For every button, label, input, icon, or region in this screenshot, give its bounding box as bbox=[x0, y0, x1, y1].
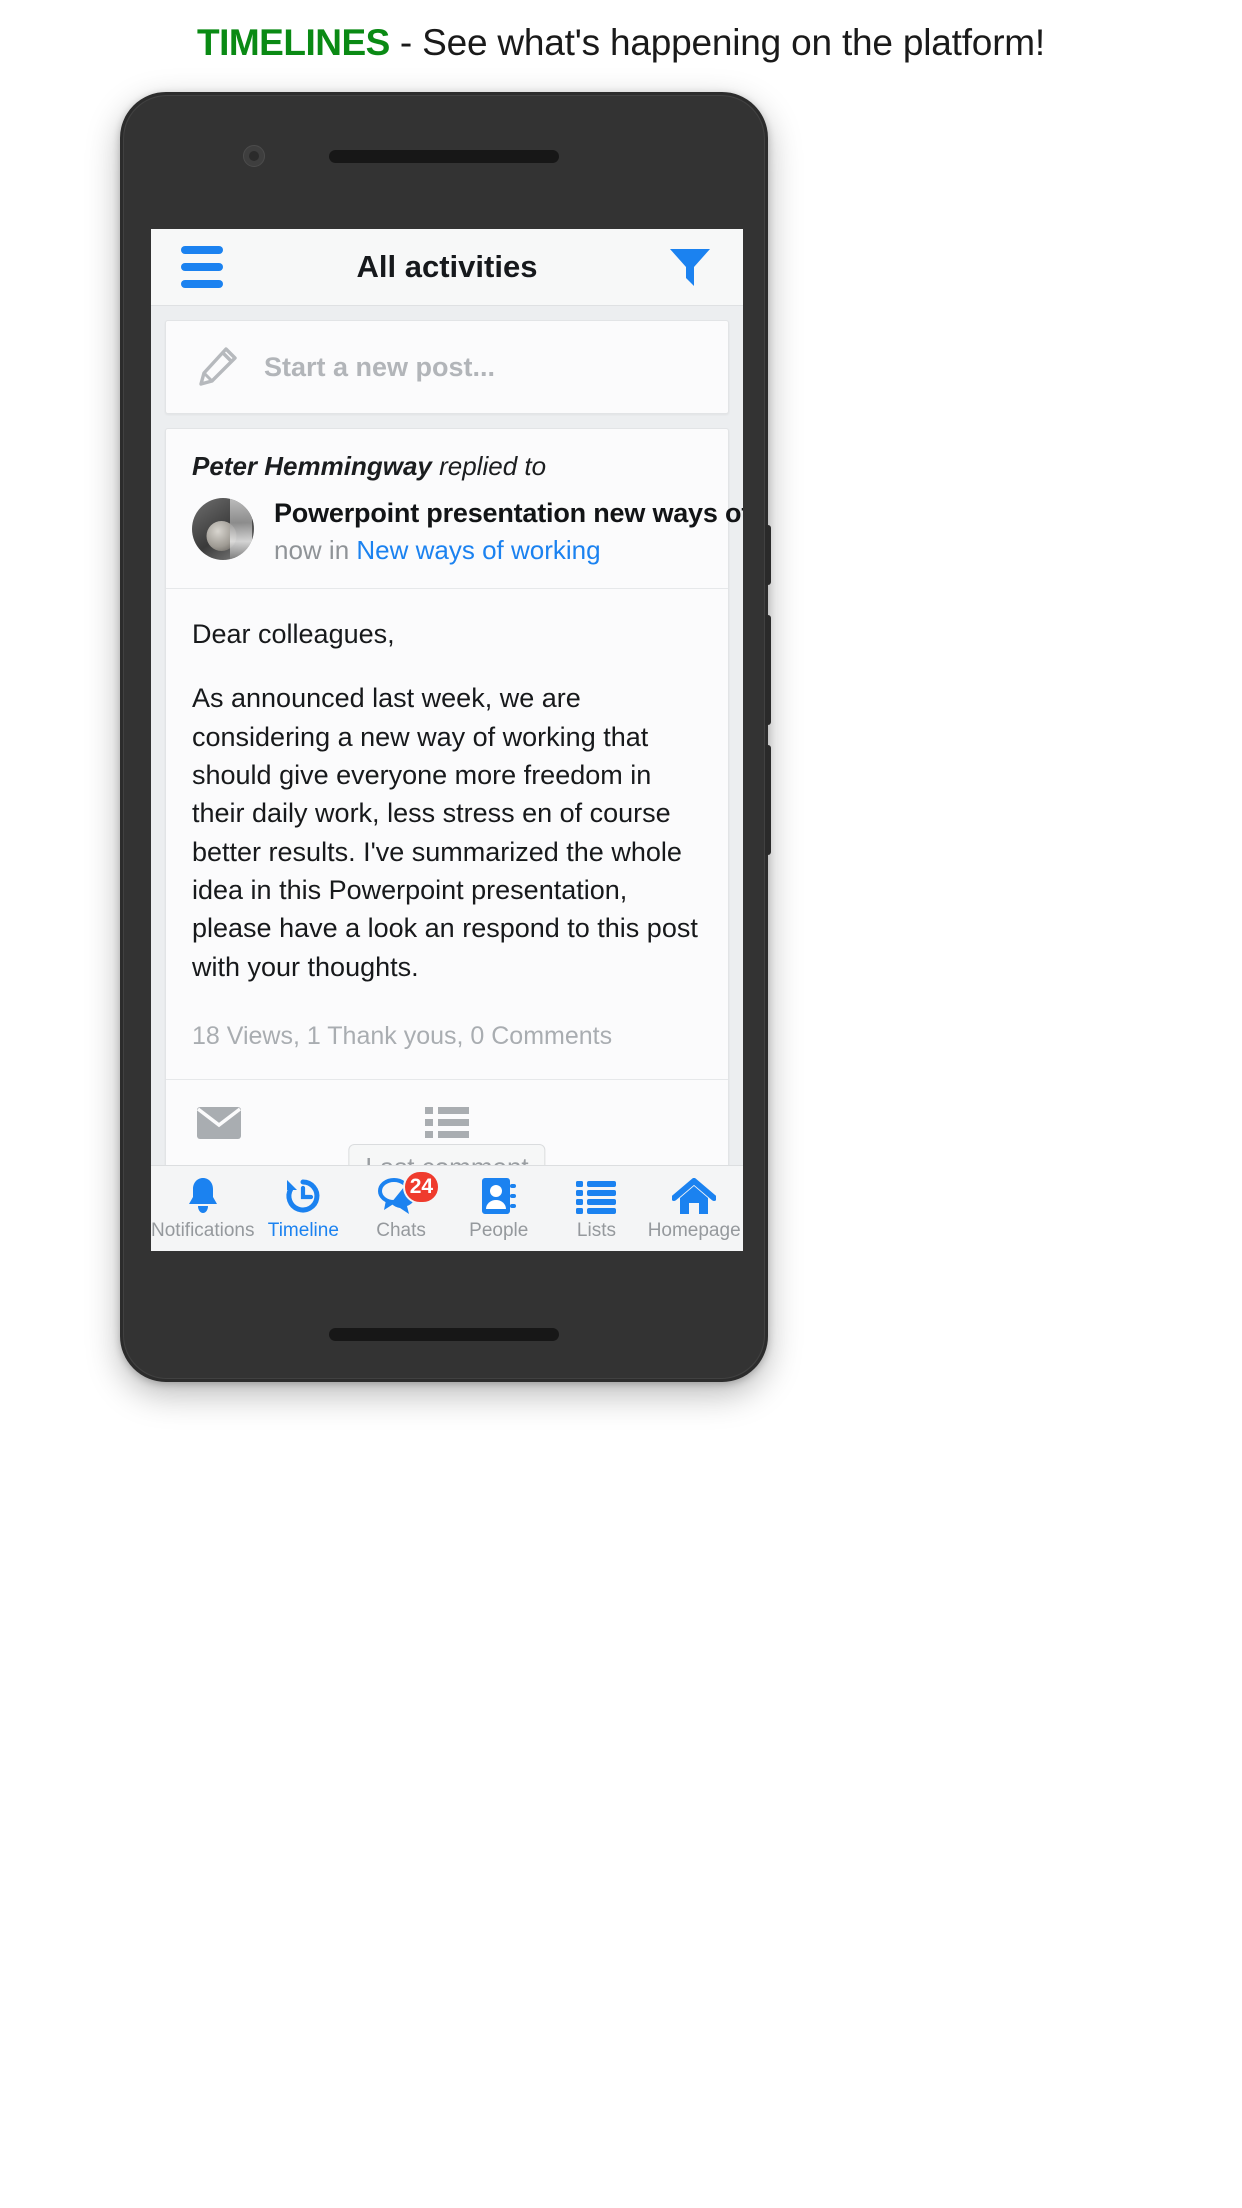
page-title-keyword: TIMELINES bbox=[196, 22, 390, 63]
new-post-card[interactable]: Start a new post... bbox=[165, 320, 729, 414]
activity-feed[interactable]: Start a new post... Peter Hemmingway rep… bbox=[151, 306, 743, 1251]
nav-label-notifications: Notifications bbox=[151, 1219, 255, 1241]
phone-side-button-1 bbox=[765, 525, 771, 585]
post-action-text: replied to bbox=[431, 451, 547, 481]
list-icon bbox=[576, 1176, 617, 1216]
home-icon bbox=[672, 1176, 717, 1216]
nav-item-chats[interactable]: 24 Chats bbox=[352, 1166, 450, 1251]
hamburger-menu-icon[interactable] bbox=[181, 246, 223, 288]
pencil-icon bbox=[196, 346, 238, 388]
nav-item-timeline[interactable]: Timeline bbox=[255, 1166, 353, 1251]
nav-label-homepage: Homepage bbox=[647, 1219, 741, 1241]
page-title-rest: - See what's happening on the platform! bbox=[389, 22, 1046, 63]
earpiece-speaker bbox=[329, 150, 559, 163]
front-camera-icon bbox=[243, 145, 265, 167]
post-paragraph-2: As announced last week, we are consideri… bbox=[192, 683, 698, 982]
app-header: All activities bbox=[151, 229, 743, 306]
filter-funnel-icon[interactable] bbox=[667, 245, 713, 289]
page-title: TIMELINES - See what's happening on the … bbox=[0, 22, 1242, 64]
phone-side-button-2 bbox=[765, 615, 771, 725]
avatar bbox=[192, 498, 254, 560]
post-paragraph-1: Dear colleagues, bbox=[192, 619, 395, 650]
envelope-icon[interactable] bbox=[196, 1106, 242, 1145]
list-bullet-icon[interactable] bbox=[425, 1106, 469, 1145]
post-header[interactable]: Powerpoint presentation new ways of work… bbox=[166, 482, 743, 590]
nav-label-chats: Chats bbox=[376, 1219, 426, 1241]
bell-icon bbox=[184, 1176, 222, 1216]
new-post-placeholder: Start a new post... bbox=[264, 351, 496, 382]
post-activity-line: Peter Hemmingway replied to bbox=[166, 429, 728, 482]
post-title[interactable]: Powerpoint presentation new ways of work… bbox=[274, 498, 743, 529]
new-post-composer[interactable]: Start a new post... bbox=[166, 321, 728, 413]
post-card[interactable]: Peter Hemmingway replied to Powerpoint p… bbox=[165, 428, 743, 1251]
nav-item-notifications[interactable]: Notifications bbox=[151, 1166, 255, 1251]
nav-label-people: People bbox=[469, 1219, 529, 1241]
post-actor-name: Peter Hemmingway bbox=[192, 451, 432, 481]
post-meta: now in New ways of working bbox=[274, 535, 702, 566]
phone-bottom-speaker bbox=[329, 1328, 559, 1341]
app-title: All activities bbox=[356, 249, 538, 284]
nav-item-people[interactable]: People bbox=[450, 1166, 548, 1251]
phone-mockup: All activities Start a new post... Peter… bbox=[120, 92, 771, 1382]
post-action-bar: Last comment bbox=[166, 1080, 728, 1191]
nav-item-homepage[interactable]: Homepage bbox=[645, 1166, 743, 1251]
post-meta-prefix: now in bbox=[274, 535, 357, 566]
phone-side-button-3 bbox=[765, 745, 771, 855]
post-stats: 18 Views, 1 Thank yous, 0 Comments bbox=[166, 1012, 728, 1080]
nav-label-lists: Lists bbox=[576, 1219, 616, 1241]
post-body: Dear colleagues, As announced last week,… bbox=[166, 589, 728, 986]
post-group-link[interactable]: New ways of working bbox=[356, 535, 600, 565]
phone-screen: All activities Start a new post... Peter… bbox=[151, 229, 743, 1251]
contacts-icon bbox=[480, 1176, 518, 1216]
chat-bubbles-icon: 24 bbox=[378, 1169, 441, 1216]
history-icon bbox=[283, 1176, 323, 1216]
nav-item-lists[interactable]: Lists bbox=[548, 1166, 646, 1251]
chats-unread-badge: 24 bbox=[402, 1169, 441, 1204]
bottom-navigation-bar: Notifications Timeline 24 Chats People L… bbox=[151, 1165, 743, 1251]
nav-label-timeline: Timeline bbox=[267, 1219, 339, 1241]
